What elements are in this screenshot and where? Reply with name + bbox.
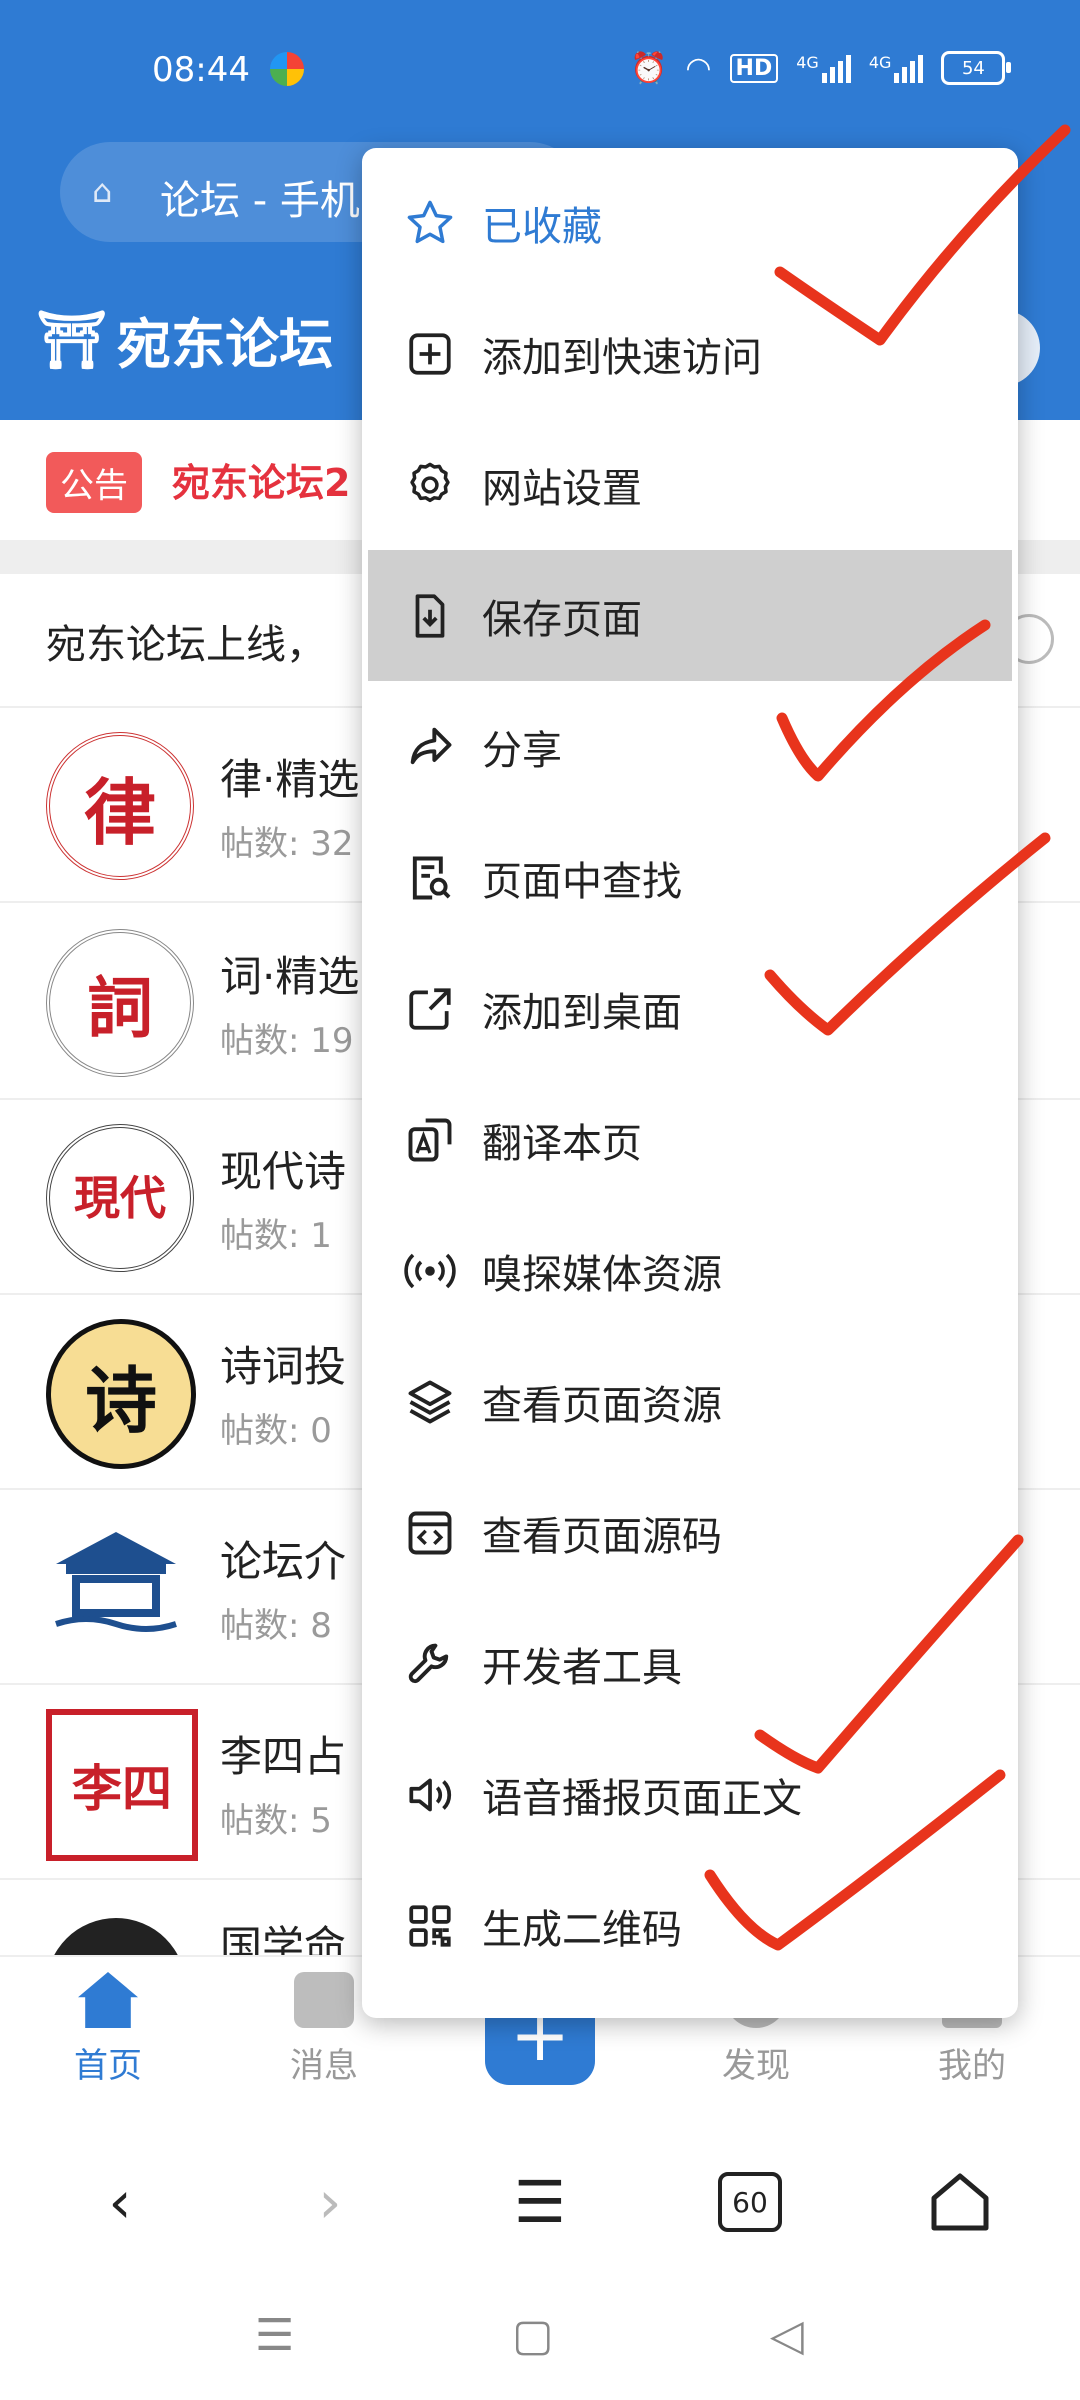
home-icon: [78, 1972, 138, 2028]
system-back-button[interactable]: ◁: [770, 2310, 804, 2361]
status-time: 08:44: [152, 50, 250, 90]
battery-icon: 54: [941, 51, 1012, 85]
qr-code-icon: [402, 1898, 458, 1954]
menu-lines-icon: ☰: [255, 2310, 295, 2361]
menu-item-translate[interactable]: 翻译本页: [362, 1074, 1018, 1205]
tab-home[interactable]: 首页: [38, 1972, 178, 2087]
signal-icon: 4G: [869, 53, 924, 83]
forum-title: 国学命: [220, 1922, 347, 1955]
hamburger-icon: ☰: [514, 2168, 566, 2236]
speaker-icon: [402, 1767, 458, 1823]
forum-post-count: 帖数: 32: [220, 824, 354, 864]
signal-icon: 4G: [796, 53, 851, 83]
broadcast-icon: [402, 1243, 458, 1299]
tab-count-badge: 60: [718, 2172, 782, 2232]
forum-avatar: 現代: [46, 1124, 194, 1272]
chat-icon: [294, 1972, 354, 2028]
notice-text[interactable]: 宛东论坛2: [172, 452, 350, 507]
notice-badge: 公告: [46, 452, 142, 513]
menu-item-read-aloud[interactable]: 语音播报页面正文: [362, 1729, 1018, 1860]
forum-avatar: 诗: [46, 1319, 196, 1469]
menu-item-sniff-media[interactable]: 嗅探媒体资源: [362, 1205, 1018, 1336]
gear-icon: [402, 457, 458, 513]
home-outline-icon: [931, 2173, 989, 2231]
forum-post-count: 帖数: 19: [220, 1021, 354, 1061]
forum-title: 李四占: [220, 1732, 347, 1781]
forum-avatar: 詞: [46, 929, 194, 1077]
menu-button[interactable]: ☰: [500, 2162, 580, 2242]
external-link-icon: [402, 981, 458, 1037]
system-home-button[interactable]: ▢: [512, 2310, 554, 2361]
layers-icon: [402, 1374, 458, 1430]
hd-icon: HD: [729, 53, 779, 83]
forum-avatar: [46, 1918, 186, 1955]
pavilion-icon: [55, 1532, 177, 1632]
tabs-button[interactable]: 60: [710, 2162, 790, 2242]
forum-title: 词·精选: [220, 952, 360, 1001]
menu-item-view-source[interactable]: 查看页面源码: [362, 1467, 1018, 1598]
menu-item-find-in-page[interactable]: 页面中查找: [362, 812, 1018, 943]
address-bar-title[interactable]: 论坛 - 手机: [160, 168, 360, 226]
home-button[interactable]: [920, 2162, 1000, 2242]
save-file-icon: [402, 588, 458, 644]
translate-icon: [402, 1112, 458, 1168]
menu-item-save-page[interactable]: 保存页面: [368, 550, 1012, 681]
menu-item-developer-tools[interactable]: 开发者工具: [362, 1598, 1018, 1729]
square-icon: ▢: [512, 2310, 554, 2361]
announcement-text: 宛东论坛上线，: [46, 622, 326, 668]
star-icon: [402, 195, 458, 251]
menu-item-add-to-desktop[interactable]: 添加到桌面: [362, 943, 1018, 1074]
menu-item-share[interactable]: 分享: [362, 681, 1018, 812]
wrench-icon: [402, 1636, 458, 1692]
menu-item-site-settings[interactable]: 网站设置: [362, 419, 1018, 550]
forum-post-count: 帖数: 0: [220, 1411, 332, 1451]
alarm-icon: ⏰: [630, 50, 668, 86]
forum-title: 论坛介: [220, 1537, 347, 1586]
menu-item-generate-qr[interactable]: 生成二维码: [362, 1860, 1018, 1991]
forum-title: 现代诗: [220, 1147, 347, 1196]
wifi-icon: ◠: [685, 50, 712, 86]
forum-title: 律·精选: [220, 755, 360, 804]
chevron-right-icon: ›: [318, 2168, 342, 2236]
forum-avatar: [46, 1514, 186, 1654]
forum-avatar: 律: [46, 732, 194, 880]
status-icons: ⏰ ◠ HD 4G 4G 54: [630, 48, 1012, 88]
code-icon: [402, 1505, 458, 1561]
triangle-back-icon: ◁: [770, 2310, 804, 2361]
recent-apps-button[interactable]: ☰: [255, 2310, 294, 2361]
menu-item-bookmarked[interactable]: 已收藏: [362, 157, 1018, 288]
chevron-left-icon: ‹: [108, 2168, 132, 2236]
forum-post-count: 帖数: 8: [220, 1606, 332, 1646]
app-notification-icon: [270, 52, 304, 86]
back-button[interactable]: ‹: [80, 2162, 160, 2242]
site-favicon-icon: ⌂: [92, 172, 113, 210]
share-icon: [402, 719, 458, 775]
forum-post-count: 帖数: 1: [220, 1216, 332, 1256]
forum-logo[interactable]: ⛩ 宛东论坛: [36, 300, 333, 379]
plus-square-icon: [402, 326, 458, 382]
forum-post-count: 帖数: 5: [220, 1801, 332, 1841]
menu-item-add-quick-access[interactable]: 添加到快速访问: [362, 288, 1018, 419]
find-in-page-icon: [402, 850, 458, 906]
pavilion-icon: ⛩: [36, 306, 108, 373]
forum-avatar: 李四: [46, 1709, 198, 1861]
menu-item-page-resources[interactable]: 查看页面资源: [362, 1336, 1018, 1467]
forward-button[interactable]: ›: [290, 2162, 370, 2242]
forum-logo-text: 宛东论坛: [117, 312, 334, 376]
forum-title: 诗词投: [220, 1342, 347, 1391]
